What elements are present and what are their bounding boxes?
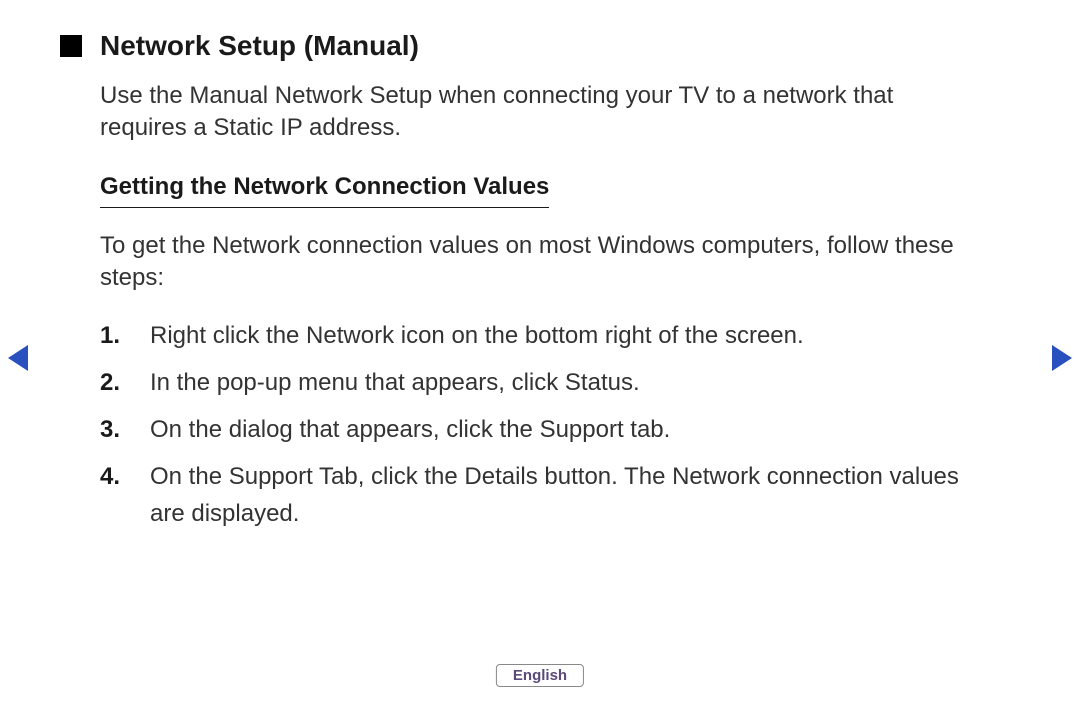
- page-title: Network Setup (Manual): [100, 30, 419, 62]
- step-text: On the Support Tab, click the Details bu…: [150, 458, 980, 532]
- list-item: Right click the Network icon on the bott…: [100, 317, 980, 354]
- intro-paragraph: Use the Manual Network Setup when connec…: [100, 80, 980, 145]
- steps-list: Right click the Network icon on the bott…: [100, 317, 980, 533]
- lead-paragraph: To get the Network connection values on …: [100, 230, 980, 295]
- list-item: On the Support Tab, click the Details bu…: [100, 458, 980, 532]
- list-item: In the pop-up menu that appears, click S…: [100, 364, 980, 401]
- arrow-left-icon: [8, 345, 28, 371]
- step-text: On the dialog that appears, click the Su…: [150, 411, 980, 448]
- page-content: Network Setup (Manual) Use the Manual Ne…: [0, 0, 1080, 533]
- next-page-button[interactable]: [1052, 345, 1072, 371]
- arrow-right-icon: [1052, 345, 1072, 371]
- title-row: Network Setup (Manual): [60, 30, 980, 62]
- square-bullet-icon: [60, 35, 82, 57]
- step-text: Right click the Network icon on the bott…: [150, 317, 980, 354]
- prev-page-button[interactable]: [8, 345, 28, 371]
- list-item: On the dialog that appears, click the Su…: [100, 411, 980, 448]
- section-subheading: Getting the Network Connection Values: [100, 173, 549, 208]
- step-text: In the pop-up menu that appears, click S…: [150, 364, 980, 401]
- language-badge: English: [496, 664, 584, 687]
